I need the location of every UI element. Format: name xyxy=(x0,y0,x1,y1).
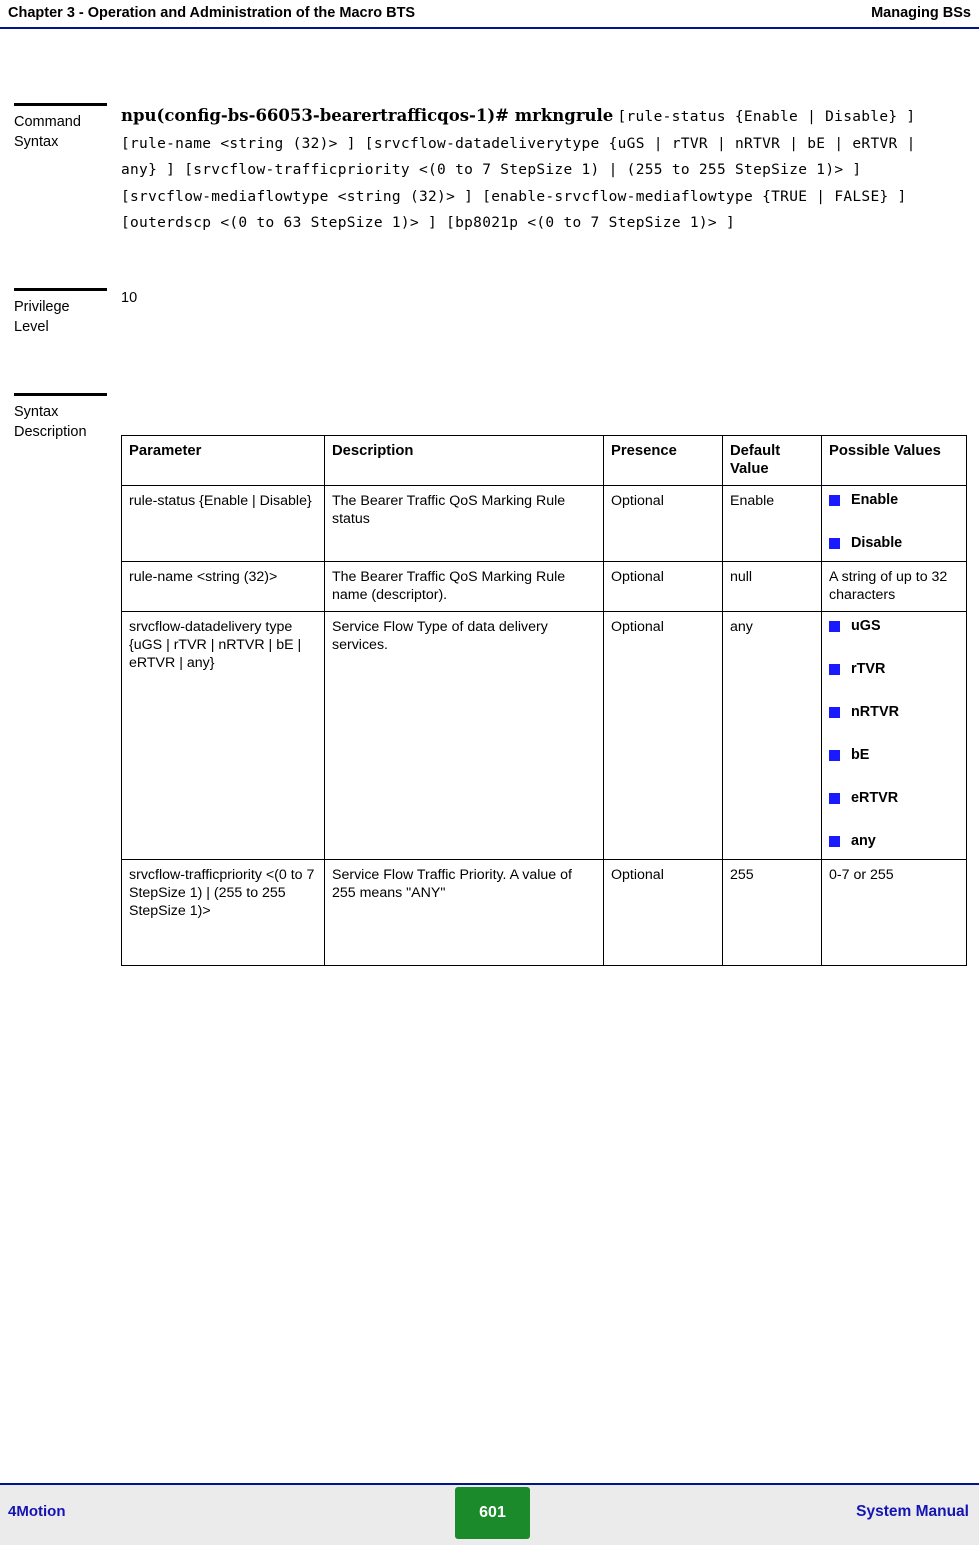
list-item: uGS xyxy=(829,618,959,635)
list-item: Disable xyxy=(829,535,959,552)
cell-parameter: srvcflow-datadelivery type {uGS | rTVR |… xyxy=(121,610,325,860)
possible-values-list: uGS rTVR nRTVR bE eRTVR any xyxy=(829,618,959,850)
command-arguments: [rule-status {Enable | Disable} ] [rule-… xyxy=(121,109,916,231)
table-row: rule-status {Enable | Disable} The Beare… xyxy=(121,484,967,562)
privilege-level-label-line2: Level xyxy=(14,318,49,335)
column-header-possible-values: Possible Values xyxy=(821,434,967,486)
syntax-description-body: Parameter Description Presence Default V… xyxy=(121,393,979,966)
syntax-description-label-line2: Description xyxy=(14,423,87,440)
parameters-table: Parameter Description Presence Default V… xyxy=(121,434,967,966)
syntax-description-label: Syntax Description xyxy=(14,392,121,442)
cell-description: The Bearer Traffic QoS Marking Rule stat… xyxy=(324,484,604,562)
list-item: any xyxy=(829,833,959,850)
cell-parameter: rule-status {Enable | Disable} xyxy=(121,484,325,562)
privilege-level-body: 10 xyxy=(121,279,979,308)
syntax-description-label-line1: Syntax xyxy=(14,403,59,420)
table-row: srvcflow-trafficpriority <(0 to 7 StepSi… xyxy=(121,858,967,966)
label-rule xyxy=(14,287,107,291)
possible-values-list: Enable Disable xyxy=(829,492,959,552)
page-number-badge: 601 xyxy=(455,1487,530,1539)
table-header-row: Parameter Description Presence Default V… xyxy=(121,434,967,486)
column-header-parameter: Parameter xyxy=(121,434,325,486)
header-section-title: Managing BSs xyxy=(871,5,971,21)
column-header-description: Description xyxy=(324,434,604,486)
cell-presence: Optional xyxy=(603,610,723,860)
cell-description: Service Flow Type of data delivery servi… xyxy=(324,610,604,860)
column-header-default-value: Default Value xyxy=(722,434,822,486)
page-content: Command Syntax npu(config-bs-66053-beare… xyxy=(0,28,979,966)
cell-presence: Optional xyxy=(603,484,723,562)
cell-parameter: rule-name <string (32)> xyxy=(121,560,325,612)
header-chapter-title: Chapter 3 - Operation and Administration… xyxy=(8,5,416,21)
table-row: srvcflow-datadelivery type {uGS | rTVR |… xyxy=(121,610,967,860)
list-item: rTVR xyxy=(829,661,959,678)
privilege-level-label: Privilege Level xyxy=(14,279,121,337)
table-row: rule-name <string (32)> The Bearer Traff… xyxy=(121,560,967,612)
command-prompt: npu(config-bs-66053-bearertrafficqos-1)#… xyxy=(121,106,614,125)
cell-possible-values: uGS rTVR nRTVR bE eRTVR any xyxy=(821,610,967,860)
cell-presence: Optional xyxy=(603,560,723,612)
command-syntax-label-line1: Command xyxy=(14,114,81,130)
list-item: bE xyxy=(829,747,959,764)
privilege-level-section: Privilege Level 10 xyxy=(14,279,979,337)
footer-divider xyxy=(0,1483,979,1485)
command-syntax-text: npu(config-bs-66053-bearertrafficqos-1)#… xyxy=(121,103,951,237)
syntax-description-section: Syntax Description Parameter Description… xyxy=(14,392,979,966)
list-item: nRTVR xyxy=(829,704,959,721)
cell-parameter: srvcflow-trafficpriority <(0 to 7 StepSi… xyxy=(121,858,325,966)
command-syntax-body: npu(config-bs-66053-bearertrafficqos-1)#… xyxy=(121,94,979,237)
command-syntax-label: Command Syntax xyxy=(14,94,121,152)
footer-product-name: 4Motion xyxy=(8,1503,66,1520)
cell-possible-values: 0-7 or 255 xyxy=(821,858,967,966)
label-rule xyxy=(14,392,107,396)
command-syntax-section: Command Syntax npu(config-bs-66053-beare… xyxy=(14,94,979,237)
cell-description: Service Flow Traffic Priority. A value o… xyxy=(324,858,604,966)
label-rule xyxy=(14,103,107,106)
page-footer: 4Motion 601 System Manual xyxy=(0,1483,979,1545)
cell-default-value: any xyxy=(722,610,822,860)
command-syntax-label-line2: Syntax xyxy=(14,134,59,150)
cell-default-value: null xyxy=(722,560,822,612)
privilege-level-value: 10 xyxy=(121,289,138,306)
cell-default-value: Enable xyxy=(722,484,822,562)
cell-presence: Optional xyxy=(603,858,723,966)
column-header-presence: Presence xyxy=(603,434,723,486)
list-item: Enable xyxy=(829,492,959,509)
parameters-table-body: rule-status {Enable | Disable} The Beare… xyxy=(121,484,967,966)
privilege-level-label-line1: Privilege xyxy=(14,298,70,315)
footer-manual-title: System Manual xyxy=(856,1503,969,1520)
list-item: eRTVR xyxy=(829,790,959,807)
cell-possible-values: A string of up to 32 characters xyxy=(821,560,967,612)
cell-description: The Bearer Traffic QoS Marking Rule name… xyxy=(324,560,604,612)
cell-default-value: 255 xyxy=(722,858,822,966)
page-header: Chapter 3 - Operation and Administration… xyxy=(0,0,979,26)
cell-possible-values: Enable Disable xyxy=(821,484,967,562)
